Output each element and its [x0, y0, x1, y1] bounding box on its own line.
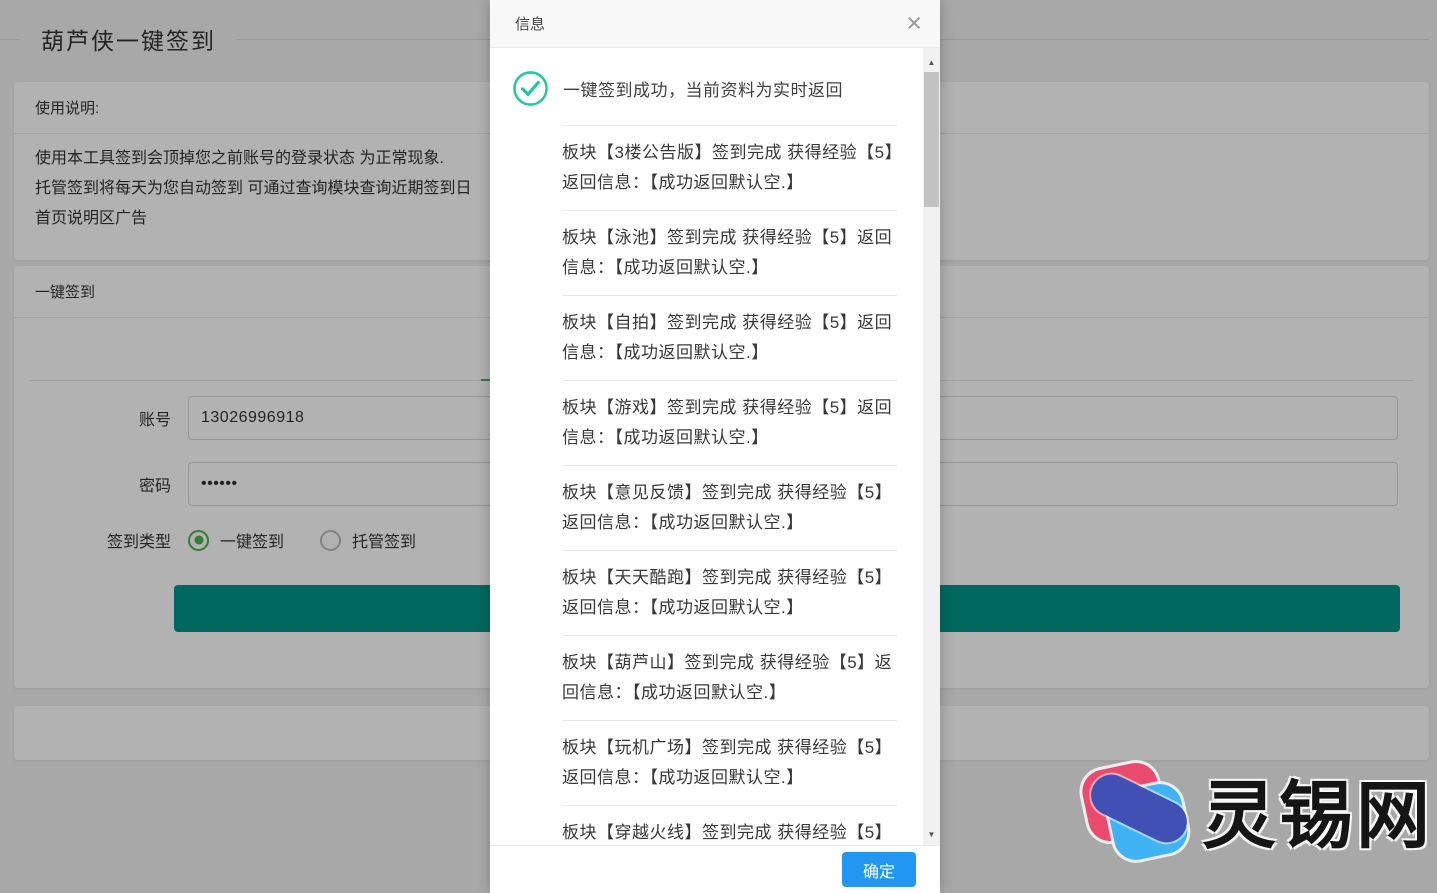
signin-result-item: 板块【穿越火线】签到完成 获得经验【5】 [490, 806, 923, 845]
modal-footer: 确定 [490, 845, 940, 893]
scroll-up-icon[interactable]: ▲ [923, 54, 940, 71]
signin-result-item: 板块【意见反馈】签到完成 获得经验【5】返回信息：【成功返回默认空.】 [490, 466, 923, 550]
info-modal: 信息 × 一键签到成功，当前资料为实时返回 板块【3楼公告版】签到完成 获得经验… [490, 0, 940, 893]
success-message: 一键签到成功，当前资料为实时返回 [563, 76, 843, 101]
signin-result-item: 板块【天天酷跑】签到完成 获得经验【5】返回信息：【成功返回默认空.】 [490, 551, 923, 635]
signin-result-item: 板块【泳池】签到完成 获得经验【5】返回信息：【成功返回默认空.】 [490, 211, 923, 295]
scroll-down-icon[interactable]: ▼ [923, 826, 940, 843]
signin-result-item: 板块【葫芦山】签到完成 获得经验【5】返回信息：【成功返回默认空.】 [490, 636, 923, 720]
signin-result-item: 板块【游戏】签到完成 获得经验【5】返回信息：【成功返回默认空.】 [490, 381, 923, 465]
signin-result-item: 板块【自拍】签到完成 获得经验【5】返回信息：【成功返回默认空.】 [490, 296, 923, 380]
site-watermark: 灵锡网 [1078, 756, 1433, 863]
success-check-icon [512, 70, 549, 107]
signin-result-list: 板块【3楼公告版】签到完成 获得经验【5】返回信息：【成功返回默认空.】板块【泳… [490, 126, 923, 845]
signin-result-item: 板块【玩机广场】签到完成 获得经验【5】返回信息：【成功返回默认空.】 [490, 721, 923, 805]
success-row: 一键签到成功，当前资料为实时返回 [490, 48, 923, 107]
scrollbar-thumb[interactable] [924, 72, 939, 207]
confirm-button[interactable]: 确定 [842, 852, 916, 887]
modal-title: 信息 [515, 13, 902, 34]
watermark-text: 灵锡网 [1202, 756, 1433, 863]
modal-header: 信息 × [490, 0, 940, 48]
modal-body: 一键签到成功，当前资料为实时返回 板块【3楼公告版】签到完成 获得经验【5】返回… [490, 48, 923, 845]
close-icon[interactable]: × [902, 10, 926, 37]
signin-result-item: 板块【3楼公告版】签到完成 获得经验【5】返回信息：【成功返回默认空.】 [490, 126, 923, 210]
watermark-logo-icon [1078, 759, 1198, 861]
modal-scrollbar[interactable]: ▲ ▼ [923, 48, 940, 845]
